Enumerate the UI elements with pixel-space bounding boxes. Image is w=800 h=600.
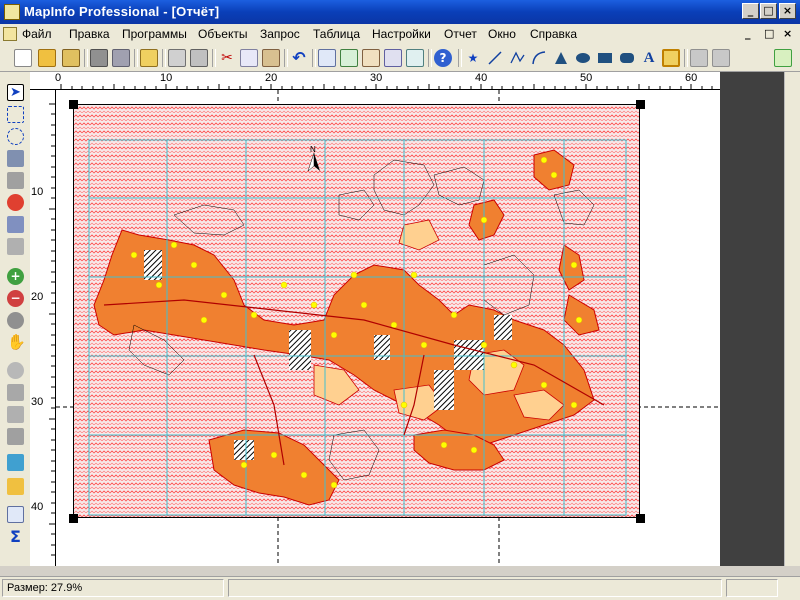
close-button[interactable]: × [779,3,796,19]
maximize-button[interactable]: □ [760,3,777,19]
vertical-scrollbar[interactable] [784,72,800,566]
status-panel [228,579,722,597]
status-panel-small [726,579,778,597]
legend-icon[interactable] [774,49,792,67]
map-image [74,105,639,517]
resize-handle-nw[interactable] [69,100,78,109]
resize-handle-sw[interactable] [69,514,78,523]
status-size: Размер: 27.9% [2,579,224,597]
mdi-minimize-button[interactable]: _ [745,27,751,40]
mdi-restore-button[interactable]: □ [764,27,774,40]
status-bar: Размер: 27.9% [0,576,800,600]
resize-handle-se[interactable] [636,514,645,523]
resize-handle-ne[interactable] [636,100,645,109]
north-label: N [310,145,316,154]
north-arrow-icon: N [307,145,320,172]
map-frame[interactable]: N [73,104,640,518]
minimize-button[interactable]: _ [742,3,759,19]
mdi-close-button[interactable]: × [783,27,792,40]
layout-background [720,72,784,566]
